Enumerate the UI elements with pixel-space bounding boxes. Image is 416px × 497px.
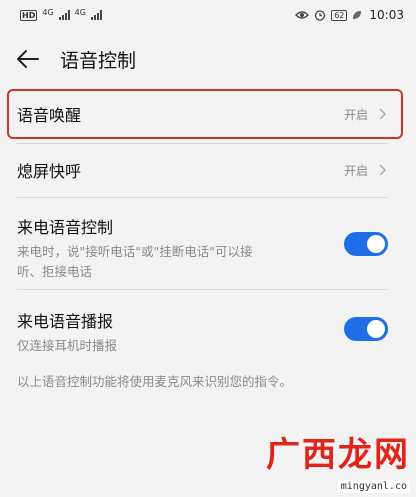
footnote: 以上语音控制功能将使用麦克风来识别您的指令。 [17, 374, 293, 389]
row-description-line: 听、拒接电话 [17, 264, 93, 279]
status-time: 10:03 [369, 8, 404, 22]
app-header: 语音控制 [0, 38, 416, 80]
row-texts: 来电语音控制 来电时，说"接听电话"或"挂断电话"可以接 听、拒接电话 [17, 214, 327, 282]
row-value: 开启 [343, 163, 368, 178]
row-description: 仅连接耳机时播报 [17, 336, 327, 356]
row-title: 语音唤醒 [17, 106, 82, 125]
hd-badge: HD [20, 9, 38, 21]
watermark-logo: 广西龙网 [266, 435, 410, 475]
voice-wakeup-row[interactable]: 语音唤醒 开启 [0, 87, 416, 141]
row-value: 开启 [343, 107, 368, 122]
chevron-right-icon [379, 108, 386, 120]
row-description-line: 来电时，说"接听电话"或"挂断电话"可以接 [17, 244, 253, 259]
row-right: 开启 [344, 106, 388, 123]
incoming-call-voice-control-row: 来电语音控制 来电时，说"接听电话"或"挂断电话"可以接 听、拒接电话 [0, 214, 416, 282]
incoming-call-voice-control-toggle[interactable] [344, 232, 388, 256]
signal-icon-1 [58, 10, 70, 20]
row-texts: 来电语音播报 仅连接耳机时播报 [17, 308, 327, 356]
status-bar: HD 4G 4G 62 10:03 [0, 0, 416, 30]
row-right: 开启 [344, 162, 388, 179]
signal-icon-2 [90, 10, 102, 20]
toggle-knob [367, 320, 385, 338]
watermark: 广西龙网 mingyanl.co [266, 436, 410, 493]
status-right: 62 10:03 [295, 8, 404, 22]
chevron-right-icon [379, 164, 386, 176]
status-left: HD 4G 4G [20, 7, 102, 21]
row-title: 熄屏快呼 [17, 162, 82, 181]
eye-icon [295, 11, 310, 19]
watermark-url: mingyanl.co [337, 480, 410, 493]
incoming-call-announcement-row: 来电语音播报 仅连接耳机时播报 [0, 308, 416, 356]
divider [17, 289, 388, 290]
toggle-knob [367, 235, 385, 253]
row-description-line: 仅连接耳机时播报 [17, 338, 118, 353]
back-arrow-icon[interactable] [14, 45, 42, 73]
signal-label-2: 4G [74, 7, 86, 17]
row-title: 来电语音播报 [17, 312, 114, 331]
row-title: 来电语音控制 [17, 218, 114, 237]
leaf-icon [353, 11, 362, 19]
page-title: 语音控制 [60, 49, 137, 72]
signal-label-1: 4G [42, 7, 54, 17]
screen-off-quick-call-row[interactable]: 熄屏快呼 开启 [0, 143, 416, 197]
battery-icon: 62 [331, 9, 348, 21]
incoming-call-announcement-toggle[interactable] [344, 317, 388, 341]
alarm-icon [315, 10, 326, 21]
divider [17, 197, 388, 198]
row-description: 来电时，说"接听电话"或"挂断电话"可以接 听、拒接电话 [17, 242, 327, 282]
